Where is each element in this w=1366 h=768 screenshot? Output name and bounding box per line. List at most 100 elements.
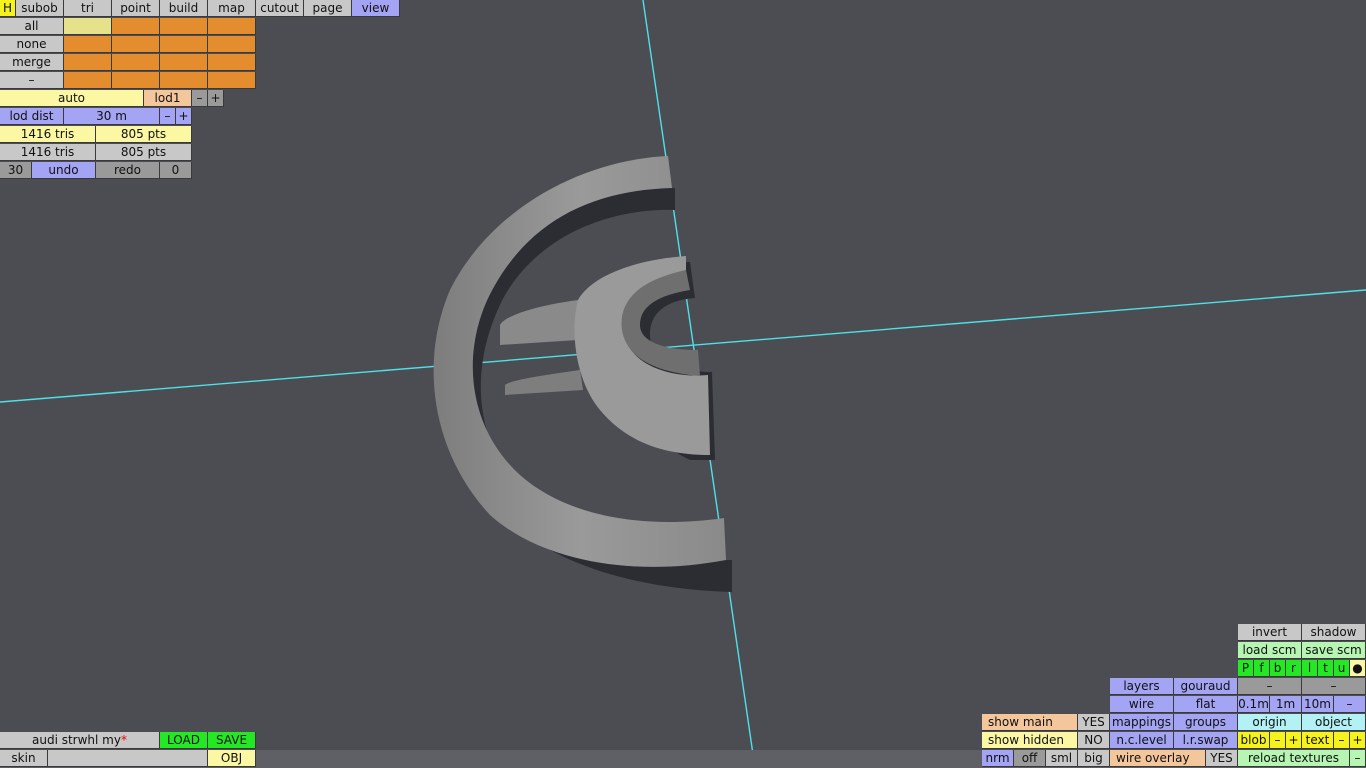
flat-button[interactable]: flat xyxy=(1174,696,1238,713)
wire-overlay-toggle[interactable]: YES xyxy=(1206,750,1238,767)
undo-count: 30 xyxy=(0,162,32,179)
steering-wheel-model xyxy=(433,156,732,592)
show-hidden-label: show hidden xyxy=(982,732,1078,749)
save-scm-button[interactable]: save scm xyxy=(1302,642,1366,659)
text-label: text xyxy=(1302,732,1334,749)
lod-dist-plus-button[interactable]: + xyxy=(176,108,192,125)
lod-dist-label: lod dist xyxy=(0,108,64,125)
selection-cell[interactable] xyxy=(112,54,160,71)
grid-1m-button[interactable]: 1m xyxy=(1270,696,1302,713)
dash-button[interactable]: – xyxy=(1238,678,1302,695)
cam-r-button[interactable]: r xyxy=(1286,660,1302,677)
menu-cutout[interactable]: cutout xyxy=(256,0,304,17)
selection-cell[interactable] xyxy=(208,36,256,53)
selection-cell[interactable] xyxy=(160,54,208,71)
select-none-button[interactable]: none xyxy=(0,36,64,53)
menu-view[interactable]: view xyxy=(352,0,400,17)
redo-button[interactable]: redo xyxy=(96,162,160,179)
nc-level-button[interactable]: n.c.level xyxy=(1110,732,1174,749)
wire-button[interactable]: wire xyxy=(1110,696,1174,713)
size-off-button[interactable]: off xyxy=(1014,750,1046,767)
selection-cell[interactable] xyxy=(112,36,160,53)
selection-cell[interactable] xyxy=(64,72,112,89)
lod-auto-button[interactable]: auto xyxy=(0,90,144,107)
lod-dist-minus-button[interactable]: – xyxy=(160,108,176,125)
cam-b-button[interactable]: b xyxy=(1270,660,1286,677)
save-button[interactable]: SAVE xyxy=(208,732,256,749)
selection-cell[interactable] xyxy=(160,36,208,53)
groups-button[interactable]: groups xyxy=(1174,714,1238,731)
viewport[interactable] xyxy=(0,0,1366,768)
skin-label: skin xyxy=(0,750,48,767)
layers-button[interactable]: layers xyxy=(1110,678,1174,695)
selection-cell[interactable] xyxy=(112,72,160,89)
grid-minus-button[interactable]: – xyxy=(1334,696,1366,713)
load-button[interactable]: LOAD xyxy=(160,732,208,749)
selection-cell[interactable] xyxy=(208,18,256,35)
load-scm-button[interactable]: load scm xyxy=(1238,642,1302,659)
show-main-label: show main xyxy=(982,714,1078,731)
selection-cell[interactable] xyxy=(160,72,208,89)
menu-point[interactable]: point xyxy=(112,0,160,17)
size-big-button[interactable]: big xyxy=(1078,750,1110,767)
selection-cell[interactable] xyxy=(160,18,208,35)
mappings-button[interactable]: mappings xyxy=(1110,714,1174,731)
size-nrm-button[interactable]: nrm xyxy=(982,750,1014,767)
format-button[interactable]: OBJ xyxy=(208,750,256,767)
cam-t-button[interactable]: t xyxy=(1318,660,1334,677)
gouraud-button[interactable]: gouraud xyxy=(1174,678,1238,695)
menu-subob[interactable]: subob xyxy=(16,0,64,17)
menu-tri[interactable]: tri xyxy=(64,0,112,17)
lod-plus-button[interactable]: + xyxy=(208,90,224,107)
lod-dist-value[interactable]: 30 m xyxy=(64,108,160,125)
selection-cell[interactable] xyxy=(64,36,112,53)
tris-count-total: 1416 tris xyxy=(0,144,96,161)
selection-minus-button[interactable]: – xyxy=(0,72,64,89)
skin-field[interactable] xyxy=(48,750,208,767)
wire-overlay-label: wire overlay xyxy=(1110,750,1206,767)
merge-button[interactable]: merge xyxy=(0,54,64,71)
size-sml-button[interactable]: sml xyxy=(1046,750,1078,767)
pts-count-total: 805 pts xyxy=(96,144,192,161)
pts-count: 805 pts xyxy=(96,126,192,143)
menu-h[interactable]: H xyxy=(0,0,16,17)
text-minus-button[interactable]: – xyxy=(1334,732,1350,749)
cam-dot-button[interactable]: ● xyxy=(1350,660,1366,677)
select-all-button[interactable]: all xyxy=(0,18,64,35)
menu-page[interactable]: page xyxy=(304,0,352,17)
text-plus-button[interactable]: + xyxy=(1350,732,1366,749)
reload-minus-button[interactable]: – xyxy=(1350,750,1366,767)
selection-cell[interactable] xyxy=(112,18,160,35)
blob-plus-button[interactable]: + xyxy=(1286,732,1302,749)
selection-cell[interactable] xyxy=(64,18,112,35)
cam-u-button[interactable]: u xyxy=(1334,660,1350,677)
file-name-text: audi strwhl my xyxy=(32,733,121,747)
cam-f-button[interactable]: f xyxy=(1254,660,1270,677)
lod-minus-button[interactable]: – xyxy=(192,90,208,107)
object-button[interactable]: object xyxy=(1302,714,1366,731)
lr-swap-button[interactable]: l.r.swap xyxy=(1174,732,1238,749)
undo-button[interactable]: undo xyxy=(32,162,96,179)
reload-textures-button[interactable]: reload textures xyxy=(1238,750,1350,767)
file-name[interactable]: audi strwhl my* xyxy=(0,732,160,749)
dash-button[interactable]: – xyxy=(1302,678,1366,695)
grid-10m-button[interactable]: 10m xyxy=(1302,696,1334,713)
invert-button[interactable]: invert xyxy=(1238,624,1302,641)
selection-cell[interactable] xyxy=(64,54,112,71)
grid-0.1m-button[interactable]: 0.1m xyxy=(1238,696,1270,713)
menu-map[interactable]: map xyxy=(208,0,256,17)
origin-button[interactable]: origin xyxy=(1238,714,1302,731)
show-main-toggle[interactable]: YES xyxy=(1078,714,1110,731)
shadow-button[interactable]: shadow xyxy=(1302,624,1366,641)
modified-marker: * xyxy=(120,733,127,747)
redo-count: 0 xyxy=(160,162,192,179)
selection-cell[interactable] xyxy=(208,72,256,89)
lod-level-button[interactable]: lod1 xyxy=(144,90,192,107)
cam-p-button[interactable]: P xyxy=(1238,660,1254,677)
selection-cell[interactable] xyxy=(208,54,256,71)
tris-count: 1416 tris xyxy=(0,126,96,143)
cam-l-button[interactable]: l xyxy=(1302,660,1318,677)
menu-build[interactable]: build xyxy=(160,0,208,17)
show-hidden-toggle[interactable]: NO xyxy=(1078,732,1110,749)
blob-minus-button[interactable]: – xyxy=(1270,732,1286,749)
